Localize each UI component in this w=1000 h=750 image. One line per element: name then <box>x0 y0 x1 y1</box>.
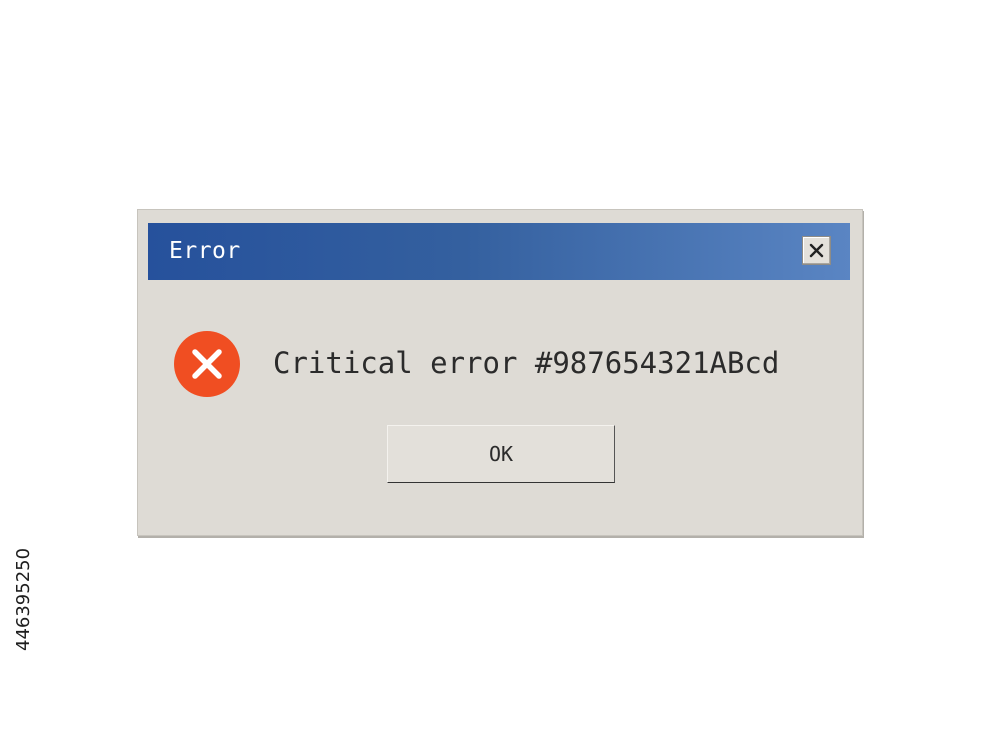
close-icon <box>809 243 824 258</box>
title-bar[interactable]: Error <box>148 223 850 280</box>
stock-id-text: 446395250 <box>13 548 34 651</box>
stock-id-watermark: 446395250 <box>8 511 38 651</box>
error-dialog: Error Critical error #987654321ABcd OK <box>137 209 863 536</box>
close-button[interactable] <box>802 236 831 265</box>
ok-button[interactable]: OK <box>387 425 615 483</box>
error-message: Critical error #987654321ABcd <box>273 346 780 380</box>
error-icon <box>174 331 240 397</box>
dialog-title: Error <box>169 238 241 264</box>
